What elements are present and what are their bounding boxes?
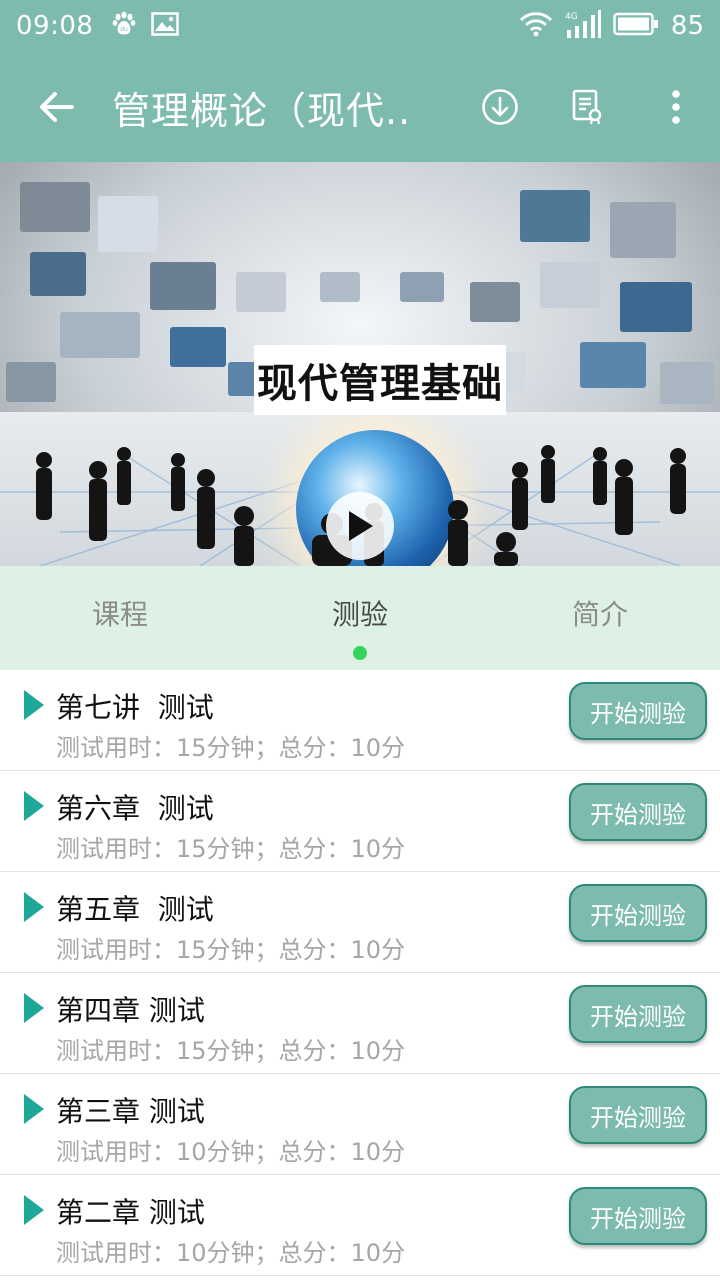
list-item: 第七讲 测试 测试用时：15分钟；总分：10分 开始测验 bbox=[0, 670, 720, 771]
download-button[interactable] bbox=[456, 52, 544, 162]
quiz-title: 第六章 测试 bbox=[56, 792, 214, 825]
baidu-paw-icon: du bbox=[111, 11, 137, 41]
status-time: 09:08 bbox=[16, 11, 94, 41]
list-item: 第三章 测试 测试用时：10分钟；总分：10分 开始测验 bbox=[0, 1074, 720, 1175]
start-quiz-button[interactable]: 开始测验 bbox=[569, 1187, 707, 1245]
triangle-marker-icon bbox=[24, 690, 44, 720]
page-title: 管理概论（现代.. bbox=[112, 88, 412, 133]
play-icon bbox=[349, 511, 373, 541]
quiz-meta: 测试用时：15分钟；总分：10分 bbox=[56, 936, 406, 964]
triangle-marker-icon bbox=[24, 1094, 44, 1124]
start-quiz-button[interactable]: 开始测验 bbox=[569, 682, 707, 740]
video-player[interactable]: 现代管理基础 bbox=[0, 162, 720, 566]
tab-bar: 课程 测验 简介 bbox=[0, 566, 720, 670]
list-item: 第六章 测试 测试用时：15分钟；总分：10分 开始测验 bbox=[0, 771, 720, 872]
active-tab-indicator bbox=[353, 646, 367, 660]
signal-icon: 4G bbox=[565, 10, 601, 42]
quiz-list: 第七讲 测试 测试用时：15分钟；总分：10分 开始测验 第六章 测试 测试用时… bbox=[0, 670, 720, 1276]
tab-label: 简介 bbox=[571, 598, 628, 631]
triangle-marker-icon bbox=[24, 892, 44, 922]
battery-icon bbox=[613, 12, 659, 40]
quiz-title: 第五章 测试 bbox=[56, 893, 214, 926]
list-item: 第五章 测试 测试用时：15分钟；总分：10分 开始测验 bbox=[0, 872, 720, 973]
app-bar: 管理概论（现代.. bbox=[0, 52, 720, 162]
triangle-marker-icon bbox=[24, 791, 44, 821]
quiz-meta: 测试用时：15分钟；总分：10分 bbox=[56, 734, 406, 762]
triangle-marker-icon bbox=[24, 993, 44, 1023]
triangle-marker-icon bbox=[24, 1195, 44, 1225]
tab-quiz[interactable]: 测验 bbox=[240, 566, 480, 670]
quiz-meta: 测试用时：10分钟；总分：10分 bbox=[56, 1138, 406, 1166]
svg-text:4G: 4G bbox=[565, 12, 578, 22]
play-button[interactable] bbox=[326, 492, 394, 560]
list-item: 第四章 测试 测试用时：15分钟；总分：10分 开始测验 bbox=[0, 973, 720, 1074]
tab-course[interactable]: 课程 bbox=[0, 566, 240, 670]
status-bar: 09:08 du 4G 85 bbox=[0, 0, 720, 52]
quiz-title: 第七讲 测试 bbox=[56, 691, 214, 724]
svg-text:du: du bbox=[121, 26, 129, 33]
start-quiz-button[interactable]: 开始测验 bbox=[569, 783, 707, 841]
certificate-button[interactable] bbox=[544, 52, 632, 162]
more-button[interactable] bbox=[632, 52, 720, 162]
quiz-title: 第四章 测试 bbox=[56, 994, 205, 1027]
download-icon bbox=[482, 89, 518, 125]
more-vert-icon bbox=[672, 90, 680, 124]
back-arrow-icon bbox=[40, 92, 74, 122]
quiz-meta: 测试用时：15分钟；总分：10分 bbox=[56, 835, 406, 863]
quiz-meta: 测试用时：10分钟；总分：10分 bbox=[56, 1239, 406, 1267]
list-item: 第二章 测试 测试用时：10分钟；总分：10分 开始测验 bbox=[0, 1175, 720, 1276]
battery-level: 85 bbox=[670, 11, 704, 41]
video-banner: 现代管理基础 bbox=[254, 345, 506, 415]
wifi-icon bbox=[519, 11, 553, 41]
quiz-meta: 测试用时：15分钟；总分：10分 bbox=[56, 1037, 406, 1065]
tab-label: 课程 bbox=[91, 598, 148, 631]
certificate-icon bbox=[572, 89, 602, 125]
quiz-title: 第二章 测试 bbox=[56, 1196, 205, 1229]
tab-intro[interactable]: 简介 bbox=[480, 566, 720, 670]
start-quiz-button[interactable]: 开始测验 bbox=[569, 1086, 707, 1144]
back-button[interactable] bbox=[0, 52, 112, 162]
start-quiz-button[interactable]: 开始测验 bbox=[569, 884, 707, 942]
start-quiz-button[interactable]: 开始测验 bbox=[569, 985, 707, 1043]
image-icon bbox=[151, 12, 180, 40]
quiz-title: 第三章 测试 bbox=[56, 1095, 205, 1128]
